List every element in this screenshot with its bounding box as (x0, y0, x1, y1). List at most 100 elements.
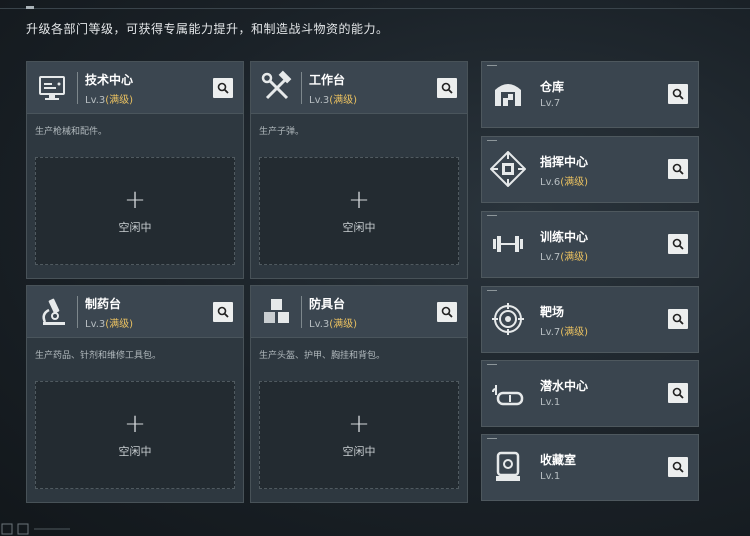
search-icon (441, 82, 453, 94)
top-tick-mark (26, 6, 34, 9)
facility-level: Lv.1 (540, 471, 561, 482)
diving-mask-icon (492, 385, 524, 406)
card-header: 工作台 Lv.3(满级) (251, 62, 467, 114)
max-level-badge: (满级) (105, 95, 134, 106)
facility-level: Lv.3(满级) (309, 95, 358, 106)
inspect-button[interactable] (668, 309, 688, 329)
dumbbell-icon (493, 236, 523, 252)
facility-level: Lv.6(满级) (540, 177, 589, 188)
plus-icon: + (348, 185, 370, 215)
inspect-button[interactable] (437, 302, 457, 322)
corner-dash (487, 438, 497, 439)
corner-dash (487, 65, 497, 66)
cubes-icon (264, 299, 289, 323)
inspect-button[interactable] (213, 302, 233, 322)
facility-name: 工作台 (309, 73, 346, 87)
corner-dash (487, 364, 497, 365)
inspect-button[interactable] (668, 84, 688, 104)
slot-status: 空闲中 (118, 445, 152, 458)
facility-row-command-center[interactable]: 指挥中心 Lv.6(满级) (481, 136, 699, 203)
plus-icon: + (124, 185, 146, 215)
inspect-button[interactable] (668, 383, 688, 403)
facility-name: 技术中心 (85, 73, 134, 87)
header-separator (301, 296, 302, 328)
max-level-badge: (满级) (329, 95, 358, 106)
facility-row-collection-room[interactable]: 收藏室 Lv.1 (481, 434, 699, 501)
display-case-icon (496, 451, 520, 481)
page-subtitle: 升级各部门等级，可获得专属能力提升，和制造战斗物资的能力。 (26, 22, 389, 36)
facility-name: 制药台 (85, 297, 122, 311)
facility-card-workbench[interactable]: 工作台 Lv.3(满级) 生产子弹。 + 空闲中 (250, 61, 468, 279)
max-level-badge: (满级) (560, 252, 589, 263)
inspect-button[interactable] (668, 457, 688, 477)
inspect-button[interactable] (437, 78, 457, 98)
decorative-corner-icons (1, 523, 70, 535)
facility-description: 生产子弹。 (259, 127, 305, 137)
search-icon (217, 306, 229, 318)
facility-row-diving-center[interactable]: 潜水中心 Lv.1 (481, 360, 699, 427)
facility-name: 收藏室 (540, 453, 577, 467)
max-level-badge: (满级) (105, 319, 134, 330)
facility-description: 生产头盔、护甲、胸挂和背包。 (259, 351, 386, 361)
search-icon (441, 306, 453, 318)
corner-dash (487, 290, 497, 291)
max-level-badge: (满级) (329, 319, 358, 330)
slot-status: 空闲中 (118, 221, 152, 234)
inspect-button[interactable] (668, 234, 688, 254)
facility-name: 靶场 (540, 305, 565, 319)
plus-icon: + (348, 409, 370, 439)
top-divider (0, 8, 750, 9)
facility-level: Lv.1 (540, 397, 561, 408)
facility-description: 生产药品、针剂和维修工具包。 (35, 351, 162, 361)
corner-dash (487, 215, 497, 216)
slot-status: 空闲中 (342, 445, 376, 458)
search-icon (672, 387, 684, 399)
facility-card-pharmacy[interactable]: 制药台 Lv.3(满级) 生产药品、针剂和维修工具包。 + 空闲中 (26, 285, 244, 503)
facility-name: 防具台 (309, 297, 346, 311)
facility-level: Lv.3(满级) (309, 319, 358, 330)
production-slot[interactable]: + 空闲中 (259, 381, 459, 489)
production-slot[interactable]: + 空闲中 (35, 381, 235, 489)
inspect-button[interactable] (213, 78, 233, 98)
facility-level: Lv.7(满级) (540, 327, 589, 338)
facility-card-armor-bench[interactable]: 防具台 Lv.3(满级) 生产头盔、护甲、胸挂和背包。 + 空闲中 (250, 285, 468, 503)
microscope-icon (42, 298, 65, 325)
search-icon (672, 163, 684, 175)
plus-icon: + (124, 409, 146, 439)
facility-level: Lv.7(满级) (540, 252, 589, 263)
chip-icon (490, 151, 526, 187)
card-header: 防具台 Lv.3(满级) (251, 286, 467, 338)
card-header: 技术中心 Lv.3(满级) (27, 62, 243, 114)
inspect-button[interactable] (668, 159, 688, 179)
facility-name: 指挥中心 (540, 155, 589, 169)
facility-row-shooting-range[interactable]: 靶场 Lv.7(满级) (481, 286, 699, 353)
computer-icon (39, 76, 65, 100)
facility-level: Lv.3(满级) (85, 95, 134, 106)
facility-row-training-center[interactable]: 训练中心 Lv.7(满级) (481, 211, 699, 278)
facility-name: 潜水中心 (540, 379, 589, 393)
production-slot[interactable]: + 空闲中 (259, 157, 459, 265)
header-separator (77, 72, 78, 104)
search-icon (672, 313, 684, 325)
max-level-badge: (满级) (560, 327, 589, 338)
facility-row-warehouse[interactable]: 仓库 Lv.7 (481, 61, 699, 128)
search-icon (672, 238, 684, 250)
warehouse-icon (495, 84, 521, 106)
facility-name: 仓库 (540, 80, 565, 94)
slot-status: 空闲中 (342, 221, 376, 234)
facility-card-tech-center[interactable]: 技术中心 Lv.3(满级) 生产枪械和配件。 + 空闲中 (26, 61, 244, 279)
facility-level: Lv.7 (540, 98, 561, 109)
production-slot[interactable]: + 空闲中 (35, 157, 235, 265)
search-icon (672, 461, 684, 473)
hammer-wrench-icon (261, 70, 292, 100)
facility-name: 训练中心 (540, 230, 589, 244)
header-separator (77, 296, 78, 328)
search-icon (672, 88, 684, 100)
max-level-badge: (满级) (560, 177, 589, 188)
card-header: 制药台 Lv.3(满级) (27, 286, 243, 338)
header-separator (301, 72, 302, 104)
corner-dash (487, 140, 497, 141)
target-icon (492, 303, 524, 335)
facility-description: 生产枪械和配件。 (35, 127, 108, 137)
search-icon (217, 82, 229, 94)
